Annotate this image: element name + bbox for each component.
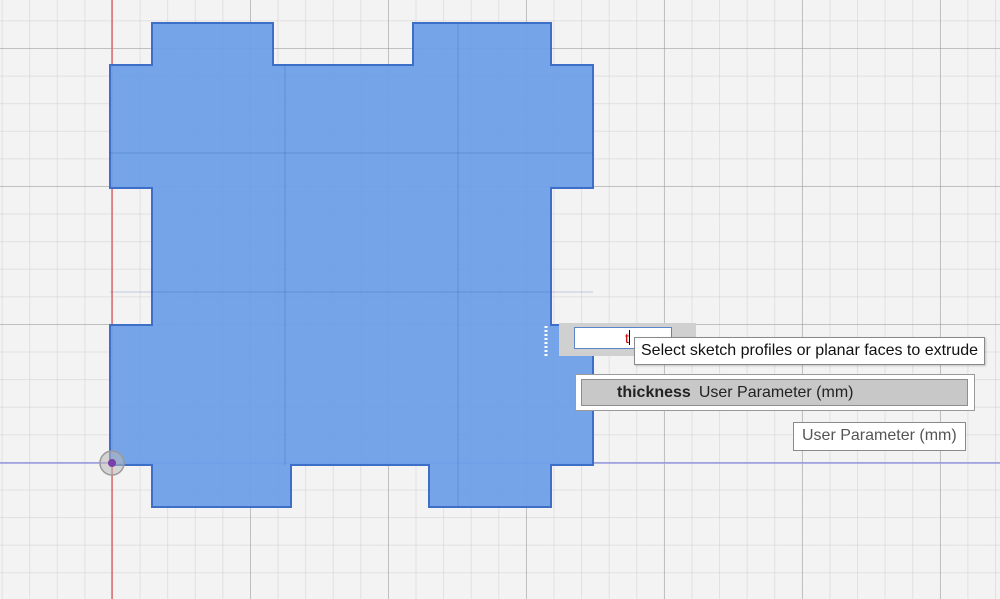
autocomplete-item-name: thickness — [617, 384, 691, 401]
sketch-canvas[interactable]: t Select sketch profiles or planar faces… — [0, 0, 1000, 599]
text-caret — [628, 330, 630, 345]
autocomplete-item-type: User Parameter (mm) — [698, 384, 854, 401]
parameter-autocomplete-list: thickness User Parameter (mm) — [575, 374, 975, 411]
hint-tooltip: Select sketch profiles or planar faces t… — [634, 337, 986, 365]
parameter-type-tooltip: User Parameter (mm) — [793, 422, 966, 451]
sketch-graphics — [0, 0, 1000, 599]
sketch-origin-icon — [99, 450, 125, 476]
autocomplete-item-thickness[interactable]: thickness User Parameter (mm) — [581, 379, 968, 406]
sketch-profile[interactable] — [109, 22, 594, 508]
